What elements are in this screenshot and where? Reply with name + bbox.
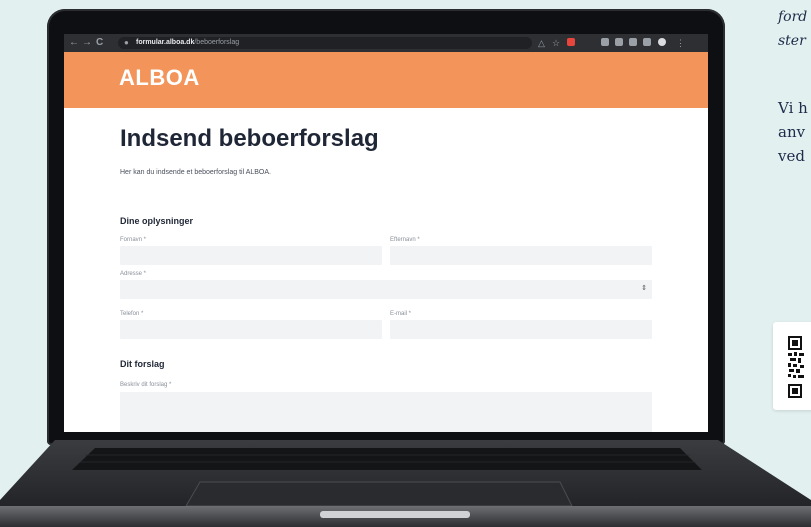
- intro-text: Her kan du indsende et beboerforslag til…: [120, 169, 271, 176]
- proposal-textarea[interactable]: [120, 392, 652, 432]
- proposal-form: Indsend beboerforslag Her kan du indsend…: [64, 108, 708, 432]
- italic-line: ford: [778, 9, 808, 25]
- extension-icon[interactable]: [615, 38, 623, 46]
- laptop-base: [0, 440, 811, 527]
- phone-field[interactable]: [120, 320, 382, 339]
- extension-icon[interactable]: [629, 38, 637, 46]
- reload-icon[interactable]: C: [96, 37, 103, 49]
- section-heading-personal: Dine oplysninger: [120, 216, 194, 226]
- phone-label: Telefon *: [120, 311, 144, 317]
- url-path: /beboerforslag: [194, 39, 240, 46]
- email-field[interactable]: [390, 320, 652, 339]
- proposal-label: Beskriv dit forslag *: [120, 382, 172, 388]
- body-line: anv: [778, 123, 806, 141]
- extension-icon[interactable]: [601, 38, 609, 46]
- address-bar[interactable]: ● formular.alboa.dk/beboerforslag: [118, 37, 532, 49]
- lock-icon: ●: [124, 38, 129, 47]
- share-icon[interactable]: △: [538, 37, 545, 49]
- last-name-label: Efternavn *: [390, 237, 420, 243]
- section-heading-proposal: Dit forslag: [120, 359, 165, 369]
- article-body-text: Vi h anv ved: [778, 96, 808, 168]
- kebab-menu-icon[interactable]: ⋮: [676, 37, 685, 49]
- page-title: Indsend beboerforslag: [120, 125, 379, 152]
- url-domain: formular.alboa.dk: [136, 39, 195, 46]
- qr-code: [788, 336, 804, 398]
- keyboard: [72, 448, 702, 470]
- address-select[interactable]: ⇕: [120, 280, 652, 299]
- url-text: formular.alboa.dk/beboerforslag: [136, 38, 239, 48]
- first-name-label: Fornavn *: [120, 237, 147, 243]
- trackpad: [185, 481, 573, 507]
- laptop-screen: ← → C ● formular.alboa.dk/beboerforslag …: [64, 34, 708, 432]
- browser-toolbar: ← → C ● formular.alboa.dk/beboerforslag …: [64, 34, 708, 52]
- body-line: ved: [778, 147, 805, 165]
- chevron-updown-icon: ⇕: [641, 285, 647, 292]
- body-line: Vi h: [778, 99, 808, 117]
- extension-icon[interactable]: [643, 38, 651, 46]
- last-name-field[interactable]: [390, 246, 652, 265]
- extension-icon[interactable]: [567, 38, 575, 46]
- site-header: ALBOA: [64, 52, 708, 108]
- site-logo[interactable]: ALBOA: [119, 65, 200, 91]
- arrow-right-icon[interactable]: →: [82, 37, 92, 49]
- profile-avatar[interactable]: [658, 38, 666, 46]
- email-label: E-mail *: [390, 311, 412, 317]
- italic-line: ster: [778, 33, 806, 49]
- qr-code-card: [773, 322, 811, 410]
- address-label: Adresse *: [120, 271, 147, 277]
- article-italic-text: ford ster: [778, 5, 807, 53]
- arrow-left-icon[interactable]: ←: [69, 37, 79, 49]
- first-name-field[interactable]: [120, 246, 382, 265]
- star-icon[interactable]: ☆: [552, 37, 560, 49]
